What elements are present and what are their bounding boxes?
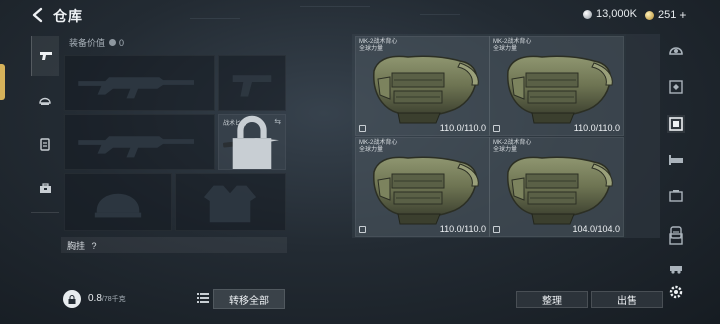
- sell-button[interactable]: 出售: [591, 291, 663, 308]
- item-flag-icon: [493, 125, 500, 132]
- add-currency-icon[interactable]: +: [679, 8, 686, 22]
- silver-coin-icon: [583, 9, 592, 19]
- armor-vest-image: [373, 156, 479, 225]
- storage-item-armor[interactable]: MK-2战术背心 全球力量 110.0/110.0: [355, 137, 490, 237]
- gold-coin-icon: [645, 10, 654, 20]
- chest-rig-label: 胸挂 ?: [67, 241, 97, 251]
- rail-item-weapons[interactable]: [31, 36, 59, 76]
- slot-knife[interactable]: 战术匕首 ⇆: [218, 114, 286, 170]
- capacity-bar: 0.8/78千克 转移全部: [61, 288, 287, 310]
- item-durability: 110.0/110.0: [439, 123, 486, 133]
- rail-divider: [31, 212, 59, 213]
- chest-rig-row[interactable]: 胸挂 ?: [61, 237, 287, 253]
- rail-item-toolbox[interactable]: [31, 168, 59, 208]
- equipment-value-amount: 0: [119, 37, 125, 48]
- slot-body-armor[interactable]: [175, 173, 286, 231]
- storage-empty-column: [626, 34, 660, 238]
- equipment-value: 装备价值 0: [69, 36, 124, 49]
- lock-badge-icon[interactable]: [63, 290, 81, 308]
- item-durability: 110.0/110.0: [439, 224, 486, 234]
- armor-vest-image: [373, 55, 479, 124]
- rail-item-vest[interactable]: [31, 124, 59, 164]
- top-bar: 仓库 13,000K 251 +: [0, 0, 720, 30]
- vest-silhouette-icon: [203, 185, 257, 223]
- rail-item-helmet[interactable]: [31, 80, 59, 120]
- settings-icon[interactable]: [667, 283, 685, 301]
- bed-filter-icon[interactable]: [667, 150, 685, 168]
- equipment-value-label: 装备价值: [69, 38, 106, 48]
- lock-icon: [232, 115, 272, 169]
- list-icon[interactable]: [197, 293, 209, 303]
- storage-item-armor[interactable]: MK-2战术背心 全球力量 110.0/110.0: [489, 36, 624, 136]
- case-filter-icon[interactable]: [667, 187, 685, 205]
- item-flag-icon: [359, 226, 366, 233]
- page-title: 仓库: [53, 8, 83, 24]
- category-rail: [31, 34, 59, 212]
- armor-vest-image: [507, 55, 613, 124]
- vest-filter-icon[interactable]: [667, 115, 685, 133]
- storage-item-armor[interactable]: MK-2战术背心 全球力量 104.0/104.0: [489, 137, 624, 237]
- slot-primary-weapon[interactable]: [64, 55, 215, 111]
- helmet-icon: [39, 97, 51, 105]
- rail-accent-marker: [0, 64, 5, 100]
- storage-item-armor[interactable]: MK-2战术背心 全球力量 110.0/110.0: [355, 36, 490, 136]
- helmet-filter-icon[interactable]: [667, 42, 685, 60]
- item-flag-icon: [359, 125, 366, 132]
- capacity-unit: /78千克: [101, 296, 126, 303]
- vest-icon: [40, 137, 50, 151]
- box-filter-icon[interactable]: [667, 229, 685, 247]
- item-durability: 110.0/110.0: [573, 123, 620, 133]
- slot-secondary-weapon[interactable]: [64, 114, 215, 170]
- back-arrow-icon[interactable]: [30, 7, 46, 23]
- silver-currency: 13,000K: [583, 8, 637, 20]
- gold-amount: 251: [658, 9, 677, 21]
- armor-vest-image: [507, 156, 613, 225]
- help-icon[interactable]: ?: [92, 241, 97, 251]
- slot-helmet[interactable]: [64, 173, 172, 231]
- car-filter-icon[interactable]: [667, 259, 685, 277]
- armor-filter-icon[interactable]: [667, 78, 685, 96]
- rifle-silhouette-icon: [78, 77, 194, 99]
- value-coin-icon: [109, 39, 117, 46]
- slot-pistol[interactable]: [218, 55, 286, 111]
- capacity-value: 0.8: [88, 293, 102, 304]
- helmet-silhouette-icon: [94, 193, 142, 218]
- pistol-icon: [39, 52, 52, 60]
- item-durability: 104.0/104.0: [572, 224, 620, 234]
- rifle-silhouette-icon: [78, 136, 194, 158]
- silver-amount: 13,000K: [596, 8, 637, 20]
- transfer-all-button[interactable]: 转移全部: [213, 289, 285, 309]
- gold-currency[interactable]: 251 +: [645, 8, 686, 22]
- sort-button[interactable]: 整理: [516, 291, 588, 308]
- capacity-readout: 0.8/78千克: [88, 293, 126, 304]
- item-flag-icon: [493, 226, 500, 233]
- pistol-silhouette-icon: [232, 75, 272, 97]
- toolbox-icon: [39, 182, 51, 193]
